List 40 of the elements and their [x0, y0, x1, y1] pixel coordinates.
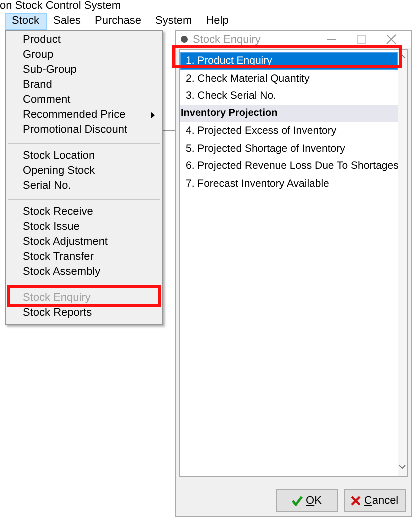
scroll-up-icon[interactable] [399, 54, 406, 59]
menu-item[interactable]: Recommended Price [6, 108, 162, 123]
menu-bar-item[interactable]: Sales [46, 13, 88, 30]
menu-bar-item[interactable]: System [148, 13, 200, 30]
menu-item[interactable]: Group [6, 48, 162, 63]
menu-bar-item[interactable]: Stock [5, 13, 47, 30]
menu-item[interactable]: Stock Location [6, 149, 162, 164]
dialog-title: Stock Enquiry [193, 34, 262, 46]
app-dot-icon [181, 36, 188, 43]
list-item[interactable]: 7. Forecast Inventory Available [180, 174, 398, 192]
menu-item[interactable]: Sub-Group [6, 63, 162, 78]
ok-button[interactable]: OK [276, 489, 338, 512]
list-item[interactable]: 2. Check Material Quantity [180, 70, 398, 87]
maximize-icon[interactable] [356, 34, 367, 45]
group-header: Inventory Projection [180, 104, 398, 122]
menu-item[interactable]: Stock Transfer [6, 250, 162, 265]
cancel-button[interactable]: Cancel [344, 489, 406, 512]
menu-bar-item[interactable]: Purchase [88, 13, 149, 30]
menu-item[interactable]: Opening Stock [6, 164, 162, 179]
menu-item[interactable]: Serial No. [6, 179, 162, 194]
checkmark-icon [292, 496, 304, 506]
scroll-down-icon[interactable] [399, 465, 406, 470]
list-item[interactable]: 6. Projected Revenue Loss Due To Shortages [180, 157, 398, 174]
close-icon[interactable] [386, 34, 397, 45]
menu-bar-item[interactable]: Help [199, 13, 236, 30]
menu-item[interactable]: Brand [6, 78, 162, 93]
menu-item[interactable]: Stock Assembly [6, 265, 162, 280]
menu-item[interactable]: Comment [6, 93, 162, 108]
list-item[interactable]: 3. Check Serial No. [180, 87, 398, 104]
cross-icon [351, 496, 362, 506]
list-item[interactable]: 5. Projected Shortage of Inventory [180, 140, 398, 157]
window-title: on Stock Control System [0, 0, 122, 13]
scrollbar[interactable] [398, 50, 407, 476]
menu-item[interactable]: Stock Receive [6, 205, 162, 220]
list-item[interactable]: 4. Projected Excess of Inventory [180, 122, 398, 140]
menu-item[interactable]: Product [6, 33, 162, 48]
menu-item[interactable]: Stock Issue [6, 220, 162, 235]
menu-item[interactable]: Promotional Discount [6, 123, 162, 138]
menu-item[interactable]: Stock Reports [6, 306, 162, 321]
menu-item[interactable]: Stock Adjustment [6, 235, 162, 250]
